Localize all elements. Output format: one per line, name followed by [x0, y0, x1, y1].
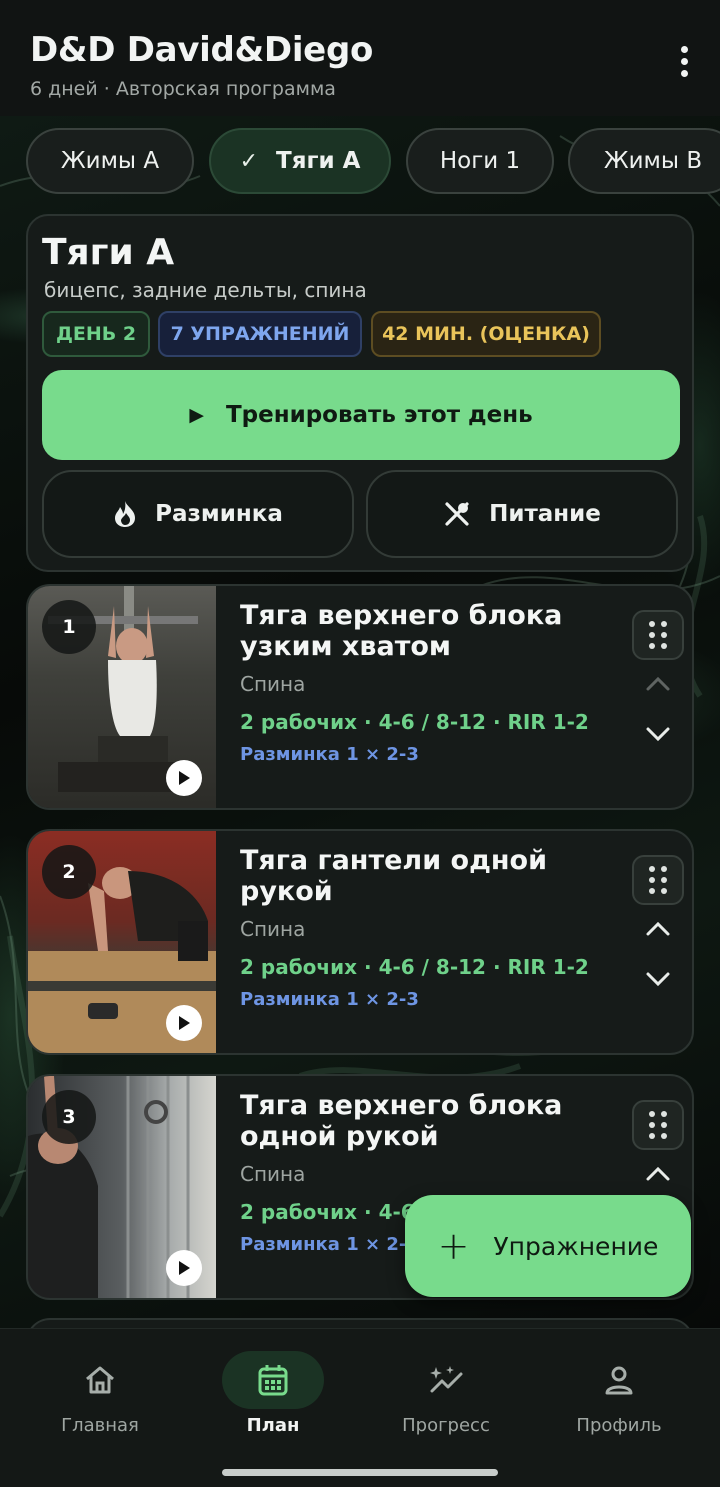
- exercise-muscle: Спина: [240, 917, 306, 941]
- exercise-warmup: Разминка 1 × 2-3: [240, 744, 419, 765]
- exercise-number: 1: [42, 600, 96, 654]
- move-up-icon[interactable]: [644, 674, 672, 694]
- move-down-icon[interactable]: [644, 724, 672, 744]
- nav-home[interactable]: Главная: [10, 1329, 190, 1449]
- fire-icon: [115, 501, 136, 527]
- exercise-number: 3: [42, 1090, 96, 1144]
- drag-handle-icon[interactable]: [632, 1100, 684, 1150]
- check-icon: ✓: [239, 148, 259, 174]
- tab-day-4[interactable]: Жимы B: [568, 128, 720, 194]
- day-summary-card: Тяги A бицепс, задние дельты, спина ДЕНЬ…: [26, 214, 694, 572]
- person-icon: [605, 1366, 633, 1395]
- add-exercise-button[interactable]: + Упражнение: [405, 1195, 691, 1297]
- nav-progress[interactable]: Прогресс: [356, 1329, 536, 1449]
- program-title: D&D David&Diego: [30, 30, 374, 70]
- play-icon: ▶: [189, 404, 204, 426]
- train-day-button[interactable]: ▶ Тренировать этот день: [42, 370, 680, 460]
- exercise-muscle: Спина: [240, 1162, 306, 1186]
- home-icon: [86, 1366, 114, 1394]
- nutrition-button[interactable]: Питание: [366, 470, 678, 558]
- app-header: D&D David&Diego 6 дней · Авторская прогр…: [0, 0, 720, 116]
- more-vert-icon[interactable]: [674, 46, 694, 86]
- exercise-thumbnail[interactable]: 1: [28, 586, 216, 808]
- exercise-sets: 2 рабочих · 4-6 / 8-12 · RIR 1-2: [240, 955, 589, 979]
- home-indicator[interactable]: [222, 1469, 498, 1476]
- play-video-icon[interactable]: [166, 1005, 202, 1041]
- move-up-icon[interactable]: [644, 1164, 672, 1184]
- play-video-icon[interactable]: [166, 1250, 202, 1286]
- exercise-card[interactable]: 1 Тяга верхнего блока узким хватом Спина…: [26, 584, 694, 810]
- nav-label: Прогресс: [402, 1415, 490, 1436]
- tab-day-1[interactable]: Жимы A: [26, 128, 194, 194]
- exercise-warmup: Разминка 1 × 2-3: [240, 1234, 419, 1255]
- calendar-icon: [258, 1365, 288, 1396]
- exercise-number: 2: [42, 845, 96, 899]
- train-day-label: Тренировать этот день: [225, 402, 533, 428]
- drag-handle-icon[interactable]: [632, 855, 684, 905]
- nutrition-label: Питание: [489, 501, 601, 527]
- tab-label: Жимы B: [603, 148, 703, 174]
- nav-profile[interactable]: Профиль: [529, 1329, 709, 1449]
- tab-day-3[interactable]: Ноги 1: [406, 128, 554, 194]
- add-exercise-label: Упражнение: [493, 1231, 659, 1261]
- tab-label: Жимы A: [60, 148, 160, 174]
- duration-chip: 42 МИН. (ОЦЕНКА): [371, 311, 601, 357]
- warmup-button[interactable]: Разминка: [42, 470, 354, 558]
- sparkle-chart-icon: [430, 1366, 463, 1393]
- exercise-warmup: Разминка 1 × 2-3: [240, 989, 419, 1010]
- exercise-count-chip: 7 УПРАЖНЕНИЙ: [158, 311, 362, 357]
- warmup-label: Разминка: [155, 501, 283, 527]
- tab-label: Тяги A: [276, 148, 361, 174]
- exercise-name: Тяга верхнего блока одной рукой: [240, 1090, 563, 1152]
- exercise-thumbnail[interactable]: 2: [28, 831, 216, 1053]
- nav-label: Профиль: [576, 1415, 662, 1436]
- day-tabs: Жимы A ✓ Тяги A Ноги 1 Жимы B: [26, 128, 720, 194]
- nav-plan[interactable]: План: [183, 1329, 363, 1449]
- nav-label: Главная: [61, 1415, 139, 1436]
- exercise-sets: 2 рабочих · 4-6 / 8-12 · RIR 1-2: [240, 710, 589, 734]
- exercise-sets: 2 рабочих · 4-6: [240, 1200, 415, 1224]
- tab-label: Ноги 1: [439, 148, 521, 174]
- day-number-chip: ДЕНЬ 2: [42, 311, 150, 357]
- nav-label: План: [246, 1415, 300, 1436]
- exercise-card[interactable]: 2 Тяга гантели одной рукой Спина 2 рабоч…: [26, 829, 694, 1055]
- tab-day-2[interactable]: ✓ Тяги A: [209, 128, 391, 194]
- bottom-nav: Главная План Прогресс Профиль: [0, 1328, 720, 1487]
- plus-icon: +: [437, 1224, 470, 1268]
- play-video-icon[interactable]: [166, 760, 202, 796]
- move-down-icon[interactable]: [644, 969, 672, 989]
- day-muscles: бицепс, задние дельты, спина: [44, 278, 367, 302]
- exercise-name: Тяга гантели одной рукой: [240, 845, 547, 907]
- exercise-name: Тяга верхнего блока узким хватом: [240, 600, 563, 662]
- day-title: Тяги A: [42, 232, 175, 273]
- drag-handle-icon[interactable]: [632, 610, 684, 660]
- program-subtitle: 6 дней · Авторская программа: [30, 78, 336, 100]
- utensils-icon: [445, 502, 469, 526]
- exercise-thumbnail[interactable]: 3: [28, 1076, 216, 1298]
- exercise-muscle: Спина: [240, 672, 306, 696]
- move-up-icon[interactable]: [644, 919, 672, 939]
